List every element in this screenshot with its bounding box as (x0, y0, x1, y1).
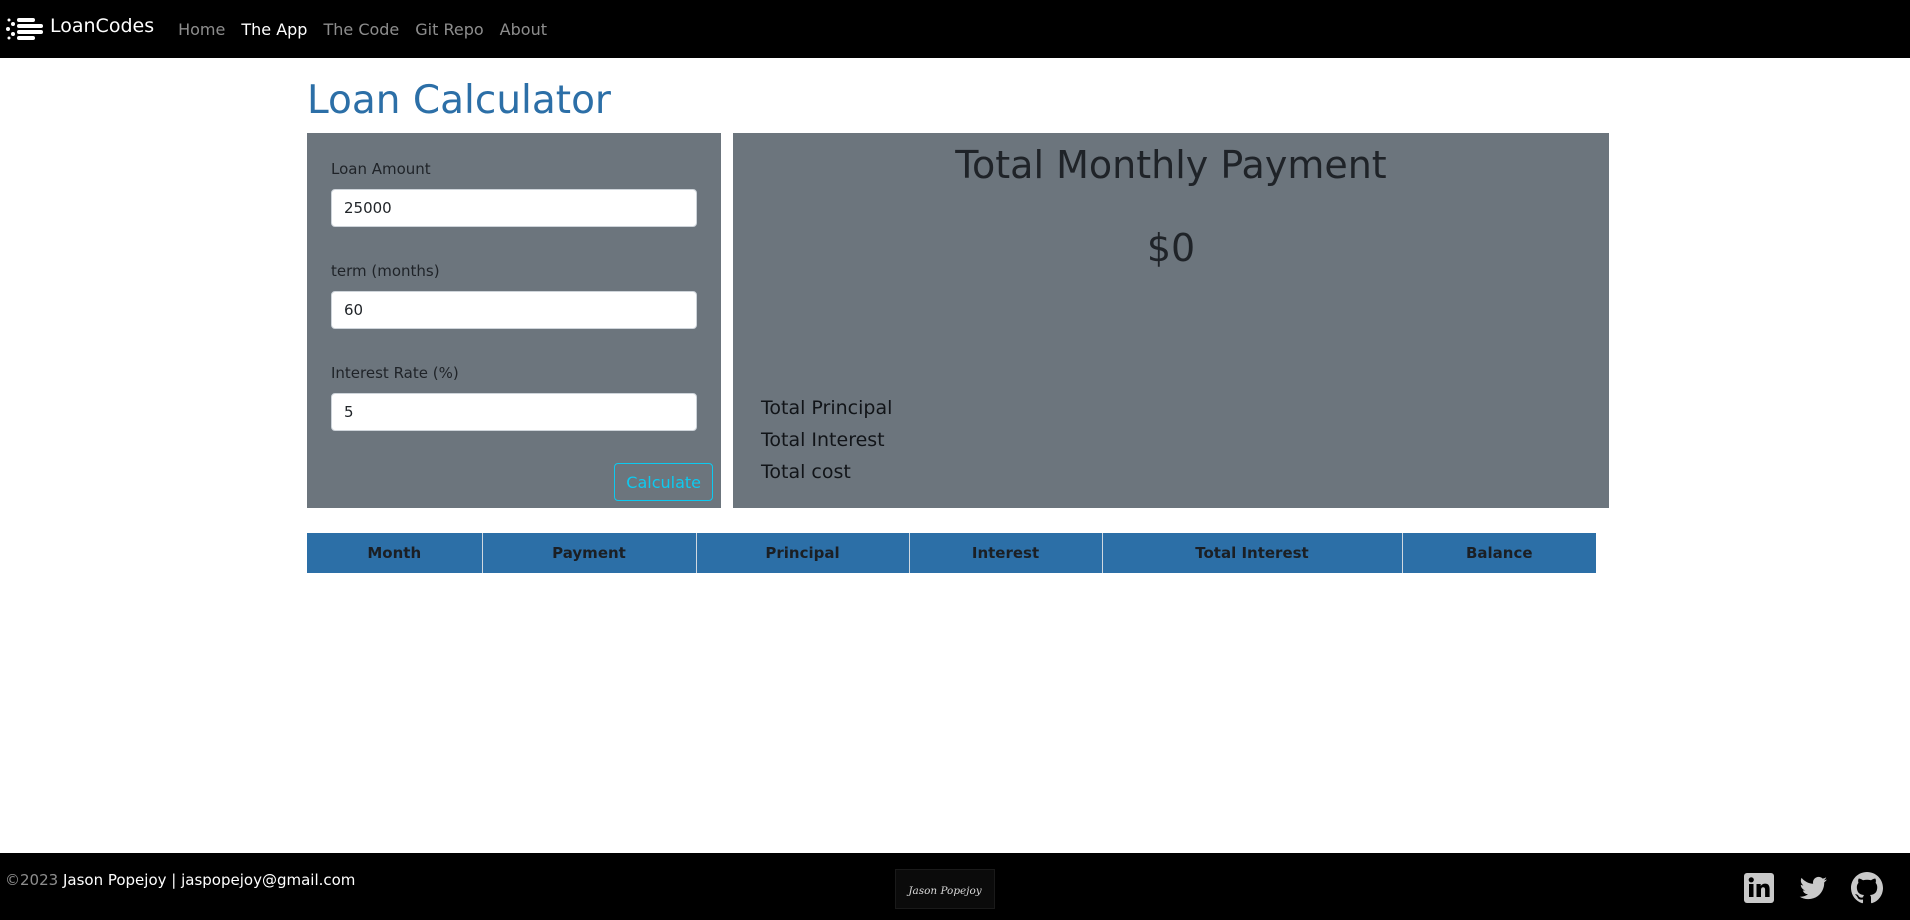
nav-about[interactable]: About (500, 20, 547, 39)
loan-input-panel: Loan Amount term (months) Interest Rate … (307, 133, 721, 508)
interest-rate-label: Interest Rate (%) (331, 364, 459, 382)
twitter-icon[interactable] (1797, 872, 1829, 904)
nav-links: Home The App The Code Git Repo About (178, 20, 563, 39)
signature-text: Jason Popejoy (906, 885, 981, 897)
header-interest: Interest (909, 533, 1103, 573)
header-balance: Balance (1402, 533, 1596, 573)
nav-home[interactable]: Home (178, 20, 225, 39)
calculate-button[interactable]: Calculate (614, 463, 713, 501)
header-month: Month (307, 533, 483, 573)
interest-rate-input[interactable] (331, 393, 697, 431)
linkedin-icon[interactable] (1743, 872, 1775, 904)
footer-credit: ©2023 Jason Popejoy | jaspopejoy@gmail.c… (5, 871, 355, 889)
author-contact: Jason Popejoy | jaspopejoy@gmail.com (62, 871, 356, 889)
term-input[interactable] (331, 291, 697, 329)
results-panel: Total Monthly Payment $0 Total Principal… (733, 133, 1609, 508)
brand-name: LoanCodes (50, 15, 155, 37)
header-payment: Payment (482, 533, 697, 573)
page-title: Loan Calculator (307, 78, 611, 123)
footer: ©2023 Jason Popejoy | jaspopejoy@gmail.c… (0, 853, 1910, 920)
total-interest-label: Total Interest (761, 429, 885, 451)
term-label: term (months) (331, 262, 440, 280)
results-title: Total Monthly Payment (955, 143, 1387, 187)
nav-git-repo[interactable]: Git Repo (415, 20, 483, 39)
navbar: LoanCodes Home The App The Code Git Repo… (0, 0, 1910, 58)
header-principal: Principal (696, 533, 910, 573)
loan-amount-input[interactable] (331, 189, 697, 227)
github-icon[interactable] (1851, 872, 1883, 904)
header-total-interest: Total Interest (1102, 533, 1403, 573)
amortization-table: Month Payment Principal Interest Total I… (307, 533, 1596, 573)
nav-the-app[interactable]: The App (241, 20, 307, 39)
total-cost-label: Total cost (761, 461, 851, 483)
total-principal-label: Total Principal (761, 397, 893, 419)
table-header-row: Month Payment Principal Interest Total I… (307, 533, 1596, 573)
nav-the-code[interactable]: The Code (323, 20, 399, 39)
copyright-text: ©2023 (5, 871, 59, 889)
brand-logo-icon (6, 18, 43, 40)
brand-link[interactable]: LoanCodes (5, 14, 154, 44)
monthly-payment-value: $0 (1146, 226, 1196, 270)
signature-image: Jason Popejoy (895, 869, 995, 909)
loan-amount-label: Loan Amount (331, 160, 431, 178)
